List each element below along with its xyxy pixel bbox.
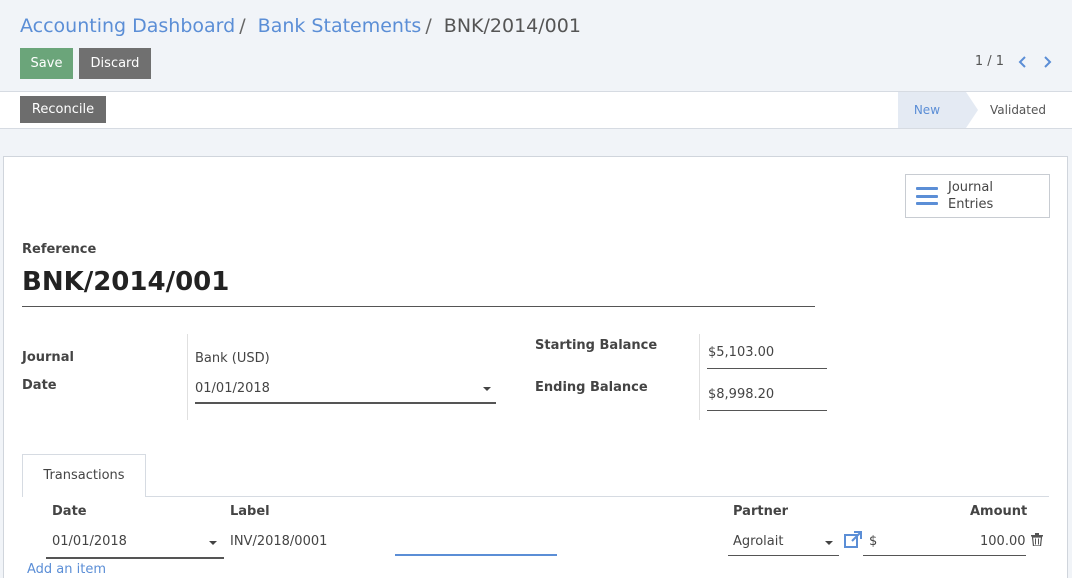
- starting-balance-label: Starting Balance: [535, 338, 658, 353]
- form-sheet: Journal Entries Reference BNK/2014/001 J…: [3, 156, 1068, 578]
- pager-value: 1 / 1: [974, 54, 1004, 69]
- line-label-input[interactable]: INV/2018/0001: [230, 534, 327, 549]
- control-panel: Accounting Dashboard / Bank Statements / B…: [0, 0, 1072, 92]
- stage-validated[interactable]: Validated: [966, 92, 1064, 128]
- journal-entries-label-line1: Journal: [948, 180, 993, 195]
- line-date-underline: [46, 557, 224, 559]
- line-date-input[interactable]: 01/01/2018: [52, 534, 127, 549]
- ending-balance-field[interactable]: $8,998.20: [708, 387, 774, 402]
- journal-field[interactable]: Bank (USD): [195, 351, 270, 366]
- breadcrumb-bank-statements[interactable]: Bank Statements: [258, 15, 422, 37]
- column-header-partner[interactable]: Partner: [733, 504, 788, 519]
- line-partner-input[interactable]: Agrolait: [733, 534, 783, 549]
- starting-balance-underline: [707, 368, 827, 369]
- line-label-underline: [395, 554, 557, 556]
- date-field[interactable]: 01/01/2018: [195, 379, 496, 404]
- line-amount-underline: [863, 555, 1026, 556]
- status-stages: New Validated: [897, 92, 1064, 128]
- breadcrumb-separator: /: [239, 15, 246, 37]
- chevron-down-icon: [483, 387, 491, 391]
- journal-entries-button[interactable]: Journal Entries: [905, 174, 1050, 218]
- field-divider: [187, 334, 188, 420]
- chevron-down-icon: [209, 541, 217, 545]
- column-header-amount[interactable]: Amount: [970, 504, 1027, 519]
- journal-entries-label-line2: Entries: [948, 197, 994, 212]
- stage-new[interactable]: New: [897, 92, 979, 128]
- column-header-date[interactable]: Date: [52, 504, 87, 519]
- chevron-down-icon: [825, 541, 833, 545]
- breadcrumb-current: BNK/2014/001: [443, 15, 581, 37]
- reference-field[interactable]: BNK/2014/001: [22, 267, 815, 307]
- chevron-right-icon[interactable]: [1042, 55, 1052, 68]
- date-field-value: 01/01/2018: [195, 381, 270, 396]
- breadcrumb: Accounting Dashboard / Bank Statements / B…: [20, 15, 581, 37]
- starting-balance-field[interactable]: $5,103.00: [708, 345, 774, 360]
- line-partner-underline: [728, 555, 839, 556]
- ending-balance-underline: [707, 410, 827, 411]
- tab-transactions[interactable]: Transactions: [22, 454, 146, 497]
- statusbar: Reconcile New Validated: [0, 92, 1072, 129]
- trash-icon[interactable]: [1031, 533, 1043, 546]
- date-label: Date: [22, 378, 57, 393]
- column-header-label[interactable]: Label: [230, 504, 270, 519]
- add-item-link[interactable]: Add an item: [27, 562, 106, 577]
- line-amount-input[interactable]: 100.00: [980, 534, 1026, 549]
- discard-button[interactable]: Discard: [79, 48, 151, 79]
- pager: 1 / 1: [975, 54, 1052, 69]
- breadcrumb-accounting-dashboard[interactable]: Accounting Dashboard: [20, 15, 235, 37]
- external-link-icon[interactable]: [843, 530, 863, 550]
- save-button[interactable]: Save: [20, 48, 73, 79]
- reference-label: Reference: [22, 242, 97, 257]
- journal-label: Journal: [22, 350, 74, 365]
- line-currency-symbol: $: [869, 534, 878, 549]
- ending-balance-label: Ending Balance: [535, 380, 648, 395]
- field-divider: [699, 334, 700, 420]
- tab-divider: [146, 496, 1049, 497]
- reconcile-button[interactable]: Reconcile: [20, 96, 106, 123]
- journal-entries-label: Journal Entries: [948, 179, 993, 213]
- list-icon: [916, 187, 938, 205]
- breadcrumb-separator: /: [425, 15, 432, 37]
- chevron-left-icon[interactable]: [1018, 55, 1028, 68]
